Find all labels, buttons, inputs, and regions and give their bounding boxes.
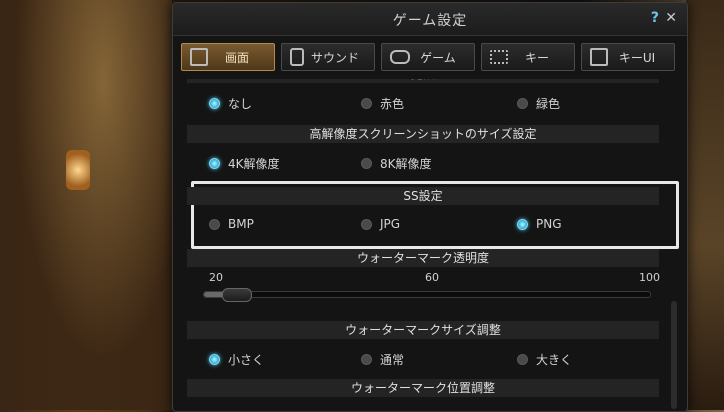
tab-label: 画面: [224, 50, 249, 65]
watermark-opacity-header: ウォーターマーク透明度: [187, 249, 659, 267]
radio-colorblind-green[interactable]: 緑色: [517, 95, 560, 112]
background-lantern: [66, 150, 90, 190]
slider-min-label: 20: [209, 271, 223, 284]
option-label: 8K解像度: [380, 157, 432, 171]
radio-selected-icon: [209, 158, 220, 169]
option-label: 緑色: [536, 97, 561, 111]
radio-colorblind-none[interactable]: なし: [209, 95, 252, 112]
radio-selected-icon: [209, 98, 220, 109]
background-scene-right: [686, 0, 724, 410]
hires-header: 高解像度スクリーンショットのサイズ設定: [187, 125, 659, 143]
watermark-opacity-slider[interactable]: [203, 288, 651, 302]
close-icon[interactable]: ✕: [665, 10, 677, 26]
watermark-size-header: ウォーターマークサイズ調整: [187, 321, 659, 339]
key-ui-icon: [590, 48, 608, 66]
title-bar: ゲーム設定 ? ✕: [173, 3, 687, 36]
ss-header: SS設定: [187, 187, 659, 205]
radio-icon: [517, 354, 528, 365]
settings-content: 色覚設定 なし 赤色 緑色 高解像度スクリーンショットのサイズ設定 4K解像度 …: [179, 75, 681, 411]
scroll-fade: [179, 75, 681, 79]
option-label: 小さく: [228, 353, 265, 367]
tab-label: ゲーム: [420, 50, 456, 65]
radio-colorblind-red[interactable]: 赤色: [361, 95, 404, 112]
speaker-icon: [290, 48, 304, 66]
tab-key[interactable]: キー: [481, 43, 575, 71]
radio-selected-icon: [209, 354, 220, 365]
radio-icon: [361, 218, 372, 230]
radio-size-large[interactable]: 大きく: [517, 351, 572, 368]
tab-sound[interactable]: サウンド: [281, 43, 375, 71]
background-scene: [0, 0, 172, 410]
monitor-icon: [190, 48, 208, 66]
radio-size-small[interactable]: 小さく: [209, 351, 264, 368]
tab-game[interactable]: ゲーム: [381, 43, 475, 71]
radio-icon: [517, 98, 528, 109]
slider-thumb[interactable]: [222, 288, 253, 302]
tab-key-ui[interactable]: キーUI: [581, 43, 675, 71]
option-label: 赤色: [380, 97, 405, 111]
option-label: 大きく: [536, 353, 573, 367]
radio-selected-icon: [517, 218, 528, 230]
option-label: BMP: [228, 217, 254, 231]
window-title: ゲーム設定: [392, 13, 468, 29]
radio-icon: [361, 354, 372, 365]
option-label: PNG: [536, 217, 562, 231]
radio-hires-8k[interactable]: 8K解像度: [361, 155, 432, 172]
tab-bar: 画面 サウンド ゲーム キー キーUI: [179, 43, 681, 71]
option-label: 通常: [380, 353, 405, 367]
help-icon[interactable]: ?: [651, 10, 659, 26]
option-label: 4K解像度: [228, 157, 280, 171]
radio-ss-png[interactable]: PNG: [517, 217, 562, 231]
keyboard-icon: [490, 50, 508, 64]
gamepad-icon: [390, 50, 410, 64]
option-label: なし: [228, 97, 253, 111]
radio-ss-jpg[interactable]: JPG: [361, 217, 400, 231]
tab-label: キー: [524, 50, 549, 65]
radio-icon: [361, 98, 372, 109]
radio-icon: [361, 158, 372, 169]
radio-hires-4k[interactable]: 4K解像度: [209, 155, 280, 172]
radio-ss-bmp[interactable]: BMP: [209, 217, 254, 231]
tab-label: キーUI: [618, 50, 656, 65]
tab-display[interactable]: 画面: [181, 43, 275, 71]
scrollbar[interactable]: [671, 301, 677, 409]
tab-label: サウンド: [310, 50, 359, 65]
watermark-position-header: ウォーターマーク位置調整: [187, 379, 659, 397]
settings-window: ゲーム設定 ? ✕ 画面 サウンド ゲーム キー キーUI 色覚設定: [172, 2, 688, 412]
option-label: JPG: [380, 217, 401, 231]
slider-mid-label: 60: [425, 271, 439, 284]
radio-icon: [209, 218, 220, 230]
slider-max-label: 100: [639, 271, 660, 284]
radio-size-normal[interactable]: 通常: [361, 351, 404, 368]
